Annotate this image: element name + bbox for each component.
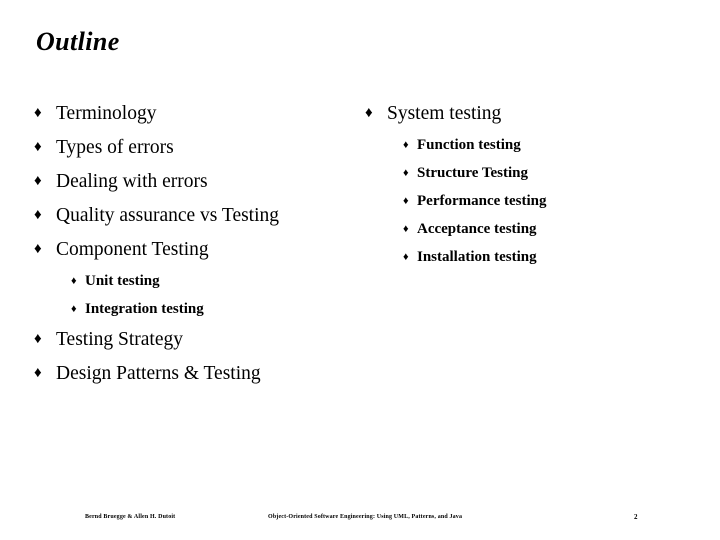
outline-right-text: Structure Testing bbox=[417, 165, 528, 181]
outline-left-column: ♦ Terminology ♦ Types of errors ♦ Dealing wit… bbox=[34, 104, 364, 398]
outline-left-text: Testing Strategy bbox=[56, 329, 183, 350]
outline-left-text: Dealing with errors bbox=[56, 171, 208, 192]
diamond-bullet-icon: ♦ bbox=[34, 331, 42, 347]
diamond-sub-bullet-icon: ♦ bbox=[71, 275, 77, 287]
diamond-bullet-icon: ♦ bbox=[365, 105, 373, 121]
outline-left-sub-bullet: ♦ Integration testing bbox=[34, 302, 364, 330]
outline-left-text: Component Testing bbox=[56, 239, 209, 260]
outline-right-bullet: ♦ System testing bbox=[365, 104, 695, 138]
outline-left-text: Design Patterns & Testing bbox=[56, 363, 261, 384]
outline-left-text: Unit testing bbox=[85, 273, 160, 289]
diamond-sub-bullet-icon: ♦ bbox=[403, 223, 409, 235]
diamond-bullet-icon: ♦ bbox=[34, 365, 42, 381]
outline-right-sub-bullet: ♦ Installation testing bbox=[365, 250, 695, 278]
diamond-sub-bullet-icon: ♦ bbox=[403, 167, 409, 179]
outline-right-text: Acceptance testing bbox=[417, 221, 537, 237]
footer-authors: Bernd Bruegge & Allen H. Dutoit bbox=[85, 514, 176, 520]
outline-left-text: Quality assurance vs Testing bbox=[56, 205, 280, 226]
outline-left-text: Types of errors bbox=[56, 137, 174, 158]
outline-right-text: System testing bbox=[387, 103, 502, 124]
outline-right-text: Function testing bbox=[417, 137, 521, 153]
outline-right-text: Installation testing bbox=[417, 249, 537, 265]
outline-left-text: Integration testing bbox=[85, 301, 204, 317]
outline-right-sub-bullet: ♦ Function testing bbox=[365, 138, 695, 166]
outline-right-text: Performance testing bbox=[417, 193, 547, 209]
diamond-sub-bullet-icon: ♦ bbox=[403, 139, 409, 151]
outline-left-bullet: ♦ Quality assurance vs Testing bbox=[34, 206, 364, 240]
diamond-sub-bullet-icon: ♦ bbox=[403, 195, 409, 207]
outline-left-bullet: ♦ Types of errors bbox=[34, 138, 364, 172]
footer-page-number: 2 bbox=[634, 513, 638, 521]
outline-left-bullet: ♦ Component Testing bbox=[34, 240, 364, 274]
footer-book-title: Object-Oriented Software Engineering: Us… bbox=[268, 514, 463, 520]
diamond-bullet-icon: ♦ bbox=[34, 241, 42, 257]
outline-right-sub-bullet: ♦ Structure Testing bbox=[365, 166, 695, 194]
outline-left-bullet: ♦ Terminology bbox=[34, 104, 364, 138]
outline-right-column: ♦ System testing ♦ Function testing ♦ Structu… bbox=[365, 104, 695, 278]
outline-left-sub-bullet: ♦ Unit testing bbox=[34, 274, 364, 302]
outline-right-sub-bullet: ♦ Performance testing bbox=[365, 194, 695, 222]
outline-left-bullet: ♦ Design Patterns & Testing bbox=[34, 364, 364, 398]
diamond-bullet-icon: ♦ bbox=[34, 207, 42, 223]
diamond-bullet-icon: ♦ bbox=[34, 173, 42, 189]
presentation-slide: Outline ♦ Terminology ♦ Types of errors ♦ Dea… bbox=[0, 0, 720, 540]
page-title: Outline bbox=[36, 27, 120, 56]
diamond-bullet-icon: ♦ bbox=[34, 139, 42, 155]
diamond-sub-bullet-icon: ♦ bbox=[403, 251, 409, 263]
diamond-sub-bullet-icon: ♦ bbox=[71, 303, 77, 315]
outline-right-sub-bullet: ♦ Acceptance testing bbox=[365, 222, 695, 250]
outline-left-bullet: ♦ Dealing with errors bbox=[34, 172, 364, 206]
outline-left-bullet: ♦ Testing Strategy bbox=[34, 330, 364, 364]
outline-left-text: Terminology bbox=[56, 103, 157, 124]
diamond-bullet-icon: ♦ bbox=[34, 105, 42, 121]
